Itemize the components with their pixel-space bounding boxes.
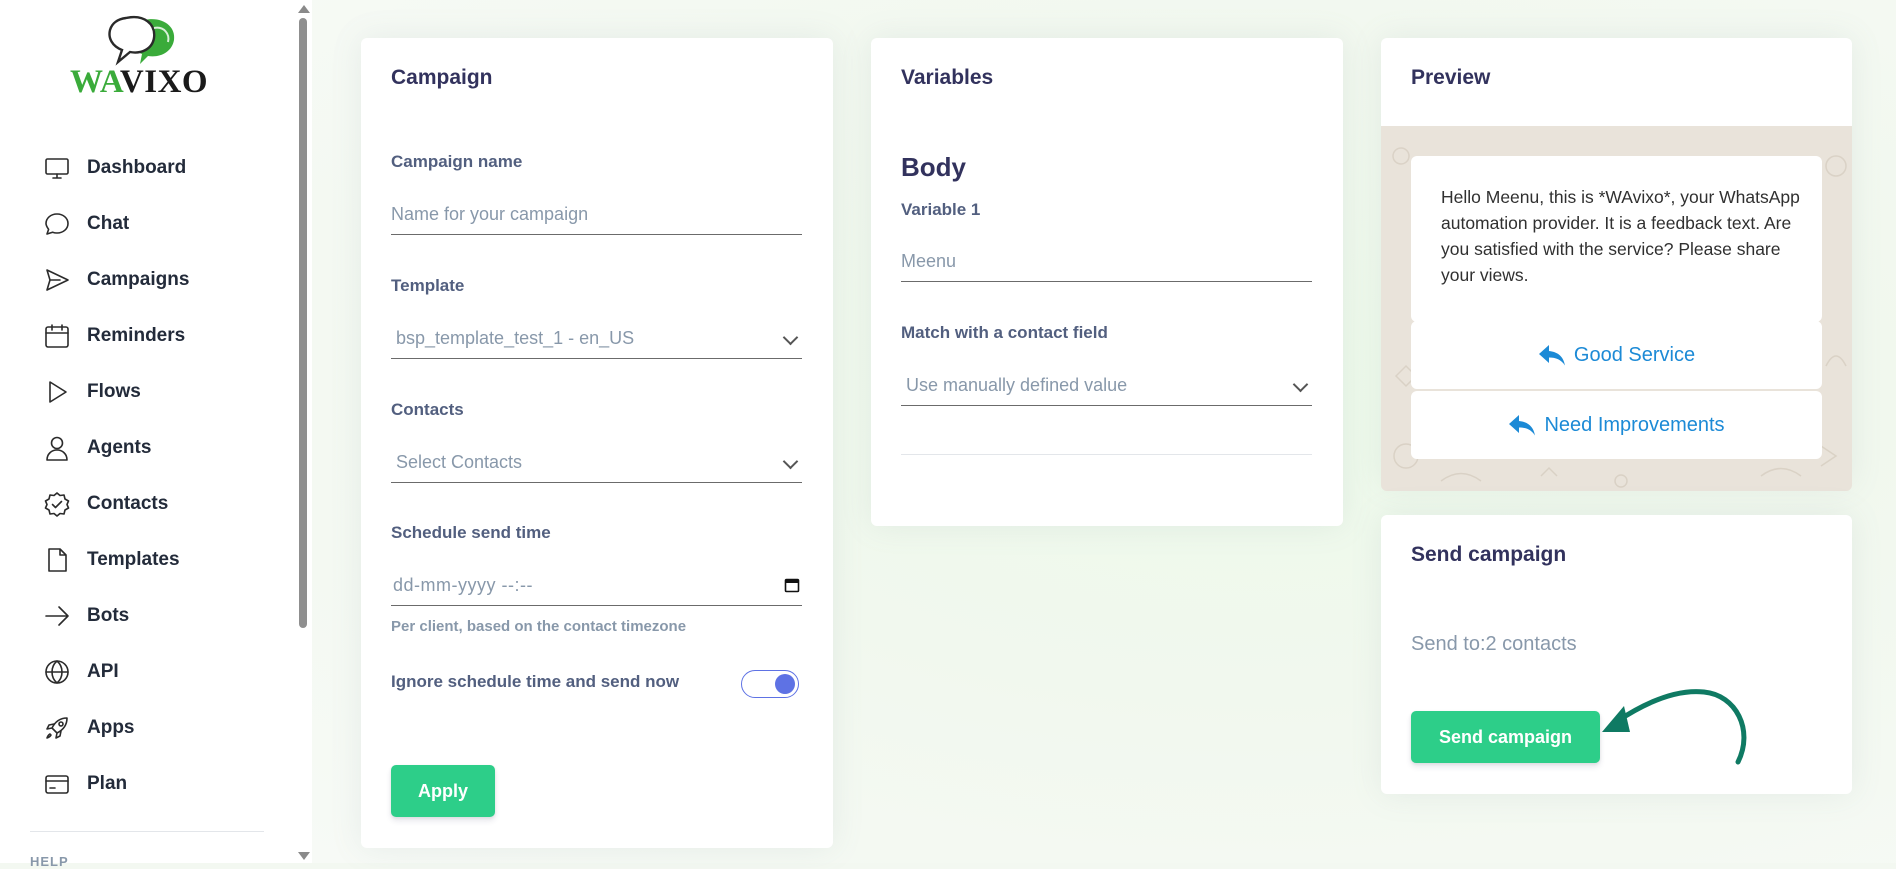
sidebar-item-flows[interactable]: Flows	[42, 372, 272, 412]
campaign-card: Campaign Campaign name Name for your cam…	[361, 38, 833, 848]
body-section-heading: Body	[901, 152, 966, 182]
scroll-down-arrow-icon[interactable]	[298, 852, 310, 860]
quick-reply-good-service[interactable]: Good Service	[1411, 321, 1822, 389]
arrow-right-icon	[42, 601, 72, 631]
sidebar-item-label: Reminders	[87, 325, 186, 346]
play-icon	[42, 377, 72, 407]
schedule-datetime-input[interactable]: dd-mm-yyyy --:--	[391, 565, 802, 606]
schedule-label: Schedule send time	[391, 523, 551, 542]
message-bubble: Hello Meenu, this is *WAvixo*, your What…	[1411, 156, 1822, 322]
apply-button[interactable]: Apply	[391, 765, 495, 817]
send-campaign-card-title: Send campaign	[1411, 543, 1567, 566]
sidebar-item-label: Bots	[87, 605, 130, 626]
variable-1-input[interactable]: Meenu	[901, 241, 1312, 282]
sidebar-item-agents[interactable]: Agents	[42, 428, 272, 468]
logo-bubbles-icon	[108, 15, 175, 66]
variables-divider	[901, 454, 1312, 455]
send-icon	[42, 265, 72, 295]
template-select[interactable]: bsp_template_test_1 - en_US	[391, 318, 802, 359]
sidebar-item-bots[interactable]: Bots	[42, 596, 272, 636]
sidebar-item-label: Campaigns	[87, 269, 190, 290]
message-text: Hello Meenu, this is *WAvixo*, your What…	[1441, 187, 1800, 285]
sidebar-scrollbar[interactable]	[294, 0, 312, 863]
campaign-name-label: Campaign name	[391, 152, 523, 171]
variable-1-placeholder: Meenu	[901, 250, 957, 271]
sidebar-item-plan[interactable]: Plan	[42, 764, 272, 804]
send-to-count: Send to:2 contacts	[1411, 633, 1577, 655]
send-campaign-button[interactable]: Send campaign	[1411, 711, 1600, 763]
sidebar-item-label: Apps	[87, 717, 135, 738]
logo[interactable]: WAVIXO	[68, 14, 228, 104]
reply-arrow-icon	[1509, 415, 1536, 436]
rocket-icon	[42, 713, 72, 743]
whatsapp-preview: Hello Meenu, this is *WAvixo*, your What…	[1381, 126, 1852, 491]
sidebar-item-apps[interactable]: Apps	[42, 708, 272, 748]
quick-reply-label: Need Improvements	[1544, 413, 1725, 436]
scroll-thumb[interactable]	[299, 18, 307, 628]
check-circle-icon	[42, 489, 72, 519]
sidebar-item-contacts[interactable]: Contacts	[42, 484, 272, 524]
preview-card-title: Preview	[1411, 66, 1491, 89]
contacts-select[interactable]: Select Contacts	[391, 442, 802, 483]
logo-text: WAVIXO	[70, 64, 209, 100]
quick-reply-need-improvements[interactable]: Need Improvements	[1411, 391, 1822, 459]
match-contact-field-value: Use manually defined value	[906, 374, 1128, 395]
sidebar-item-label: Templates	[87, 549, 180, 570]
globe-icon	[42, 657, 72, 687]
match-contact-field-select[interactable]: Use manually defined value	[901, 365, 1312, 406]
template-select-value: bsp_template_test_1 - en_US	[396, 327, 635, 348]
ignore-schedule-label: Ignore schedule time and send now	[391, 672, 680, 691]
ignore-schedule-toggle[interactable]	[741, 670, 799, 698]
file-icon	[42, 545, 72, 575]
chevron-down-icon	[1292, 376, 1309, 393]
sidebar-item-chat[interactable]: Chat	[42, 204, 272, 244]
sidebar-item-label: Plan	[87, 773, 128, 794]
variable-1-label: Variable 1	[901, 200, 981, 219]
sidebar-item-label: API	[87, 661, 119, 682]
scroll-up-arrow-icon[interactable]	[298, 5, 310, 13]
campaign-card-title: Campaign	[391, 66, 493, 89]
send-campaign-card: Send campaign Send to:2 contacts Send ca…	[1381, 515, 1852, 794]
monitor-icon	[42, 153, 72, 183]
schedule-placeholder: dd-mm-yyyy --:--	[393, 574, 533, 595]
chat-icon	[42, 209, 72, 239]
variables-card: Variables Body Variable 1 Meenu Match wi…	[871, 38, 1343, 526]
contacts-label: Contacts	[391, 400, 464, 419]
sidebar-divider	[30, 831, 264, 832]
pointer-arrow-icon	[1602, 689, 1747, 765]
credit-card-icon	[42, 769, 72, 799]
calendar-icon	[42, 321, 72, 351]
sidebar-item-templates[interactable]: Templates	[42, 540, 272, 580]
sidebar-item-label: Dashboard	[87, 157, 187, 178]
sidebar: WAVIXO Dashboard Chat Campaigns Reminder…	[0, 0, 295, 869]
chevron-down-icon	[782, 329, 799, 346]
calendar-picker-icon[interactable]	[784, 577, 800, 593]
campaign-name-placeholder: Name for your campaign	[391, 203, 589, 224]
sidebar-item-api[interactable]: API	[42, 652, 272, 692]
match-contact-field-label: Match with a contact field	[901, 323, 1108, 342]
chevron-down-icon	[782, 453, 799, 470]
variables-card-title: Variables	[901, 66, 994, 89]
toggle-knob	[775, 674, 795, 694]
quick-reply-label: Good Service	[1573, 343, 1696, 366]
help-section-label: HELP	[30, 854, 69, 869]
sidebar-item-label: Agents	[87, 437, 152, 458]
template-label: Template	[391, 276, 465, 295]
sidebar-item-reminders[interactable]: Reminders	[42, 316, 272, 356]
sidebar-item-label: Chat	[87, 213, 130, 234]
sidebar-item-label: Contacts	[87, 493, 169, 514]
schedule-hint: Per client, based on the contact timezon…	[391, 618, 687, 635]
sidebar-item-dashboard[interactable]: Dashboard	[42, 148, 272, 188]
contacts-select-placeholder: Select Contacts	[396, 451, 523, 472]
reply-arrow-icon	[1538, 345, 1565, 366]
user-icon	[42, 433, 72, 463]
preview-card: Preview Hello Meenu, this is *WAvixo*, y…	[1381, 38, 1852, 491]
sidebar-item-label: Flows	[87, 381, 141, 402]
sidebar-item-campaigns[interactable]: Campaigns	[42, 260, 272, 300]
campaign-name-input[interactable]: Name for your campaign	[391, 194, 802, 235]
